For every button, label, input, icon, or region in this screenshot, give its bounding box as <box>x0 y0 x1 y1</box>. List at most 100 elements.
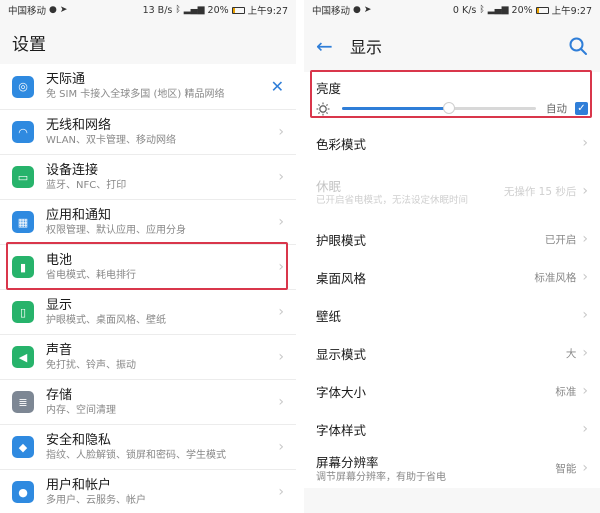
settings-item-title: 安全和隐私 <box>46 432 112 448</box>
apps-icon: ▦ <box>12 211 34 233</box>
battery-percent: 20% <box>207 4 229 16</box>
settings-item-title: 电池 <box>46 252 73 268</box>
device-connect-icon: ▭ <box>12 166 34 188</box>
display-setting-row-2[interactable]: 护眼模式 已开启 › <box>304 220 600 258</box>
shield-icon: ◆ <box>12 436 34 458</box>
settings-item-title: 设备连接 <box>46 162 99 178</box>
bluetooth-icon: ᛒ <box>175 4 181 15</box>
globe-icon: ◎ <box>12 75 34 98</box>
settings-item-subtitle: WLAN、双卡管理、移动网络 <box>46 134 177 146</box>
settings-item-5[interactable]: ▯ 显示 护眼模式、桌面风格、壁纸 › <box>0 289 296 334</box>
carrier-label: 中国移动 <box>312 6 351 17</box>
display-settings-screen: 中国移动 ● ➤ 0 K/s ᛒ ▂▄▆ 20% 上午9:27 ← 显示 亮度 <box>304 0 600 513</box>
search-icon[interactable] <box>568 36 588 56</box>
send-icon: ➤ <box>59 4 68 15</box>
brightness-slider[interactable] <box>342 102 536 114</box>
chevron-right-icon: › <box>582 345 588 361</box>
display-setting-row-8[interactable]: 屏幕分辨率 调节屏幕分辨率，有助于省电 智能 › <box>304 448 600 488</box>
network-speed: 0 K/s <box>452 4 477 16</box>
chevron-right-icon: › <box>278 259 284 275</box>
settings-item-title: 无线和网络 <box>46 117 112 133</box>
display-icon: ▯ <box>12 301 34 323</box>
settings-item-subtitle: 权限管理、默认应用、应用分身 <box>46 224 186 236</box>
display-setting-row-5[interactable]: 显示模式 大 › <box>304 334 600 372</box>
settings-item-title: 显示 <box>46 297 73 313</box>
setting-label: 桌面风格 <box>316 270 367 286</box>
signal-icon: ▂▄▆ <box>487 4 509 15</box>
settings-item-8[interactable]: ◆ 安全和隐私 指纹、人脸解锁、锁屏和密码、学生模式 › <box>0 424 296 469</box>
brightness-label: 亮度 <box>316 81 342 96</box>
chevron-right-icon: › <box>278 214 284 230</box>
chevron-right-icon: › <box>582 383 588 399</box>
page-title: 设置 <box>12 35 46 55</box>
chevron-right-icon: › <box>278 484 284 500</box>
setting-label: 色彩模式 <box>316 136 367 152</box>
settings-item-9[interactable]: ● 用户和帐户 多用户、云服务、帐户 › <box>0 469 296 513</box>
chevron-right-icon: › <box>278 394 284 410</box>
settings-screen: 中国移动 ● ➤ 13 B/s ᛒ ▂▄▆ 20% 上午9:27 设置 ◎ 天际通… <box>0 0 296 513</box>
bluetooth-icon: ᛒ <box>479 4 485 15</box>
wechat-icon: ● <box>49 4 57 15</box>
settings-item-subtitle: 免 SIM 卡接入全球多国 (地区) 精品网络 <box>46 89 225 100</box>
carrier-label: 中国移动 <box>8 6 47 17</box>
display-setting-row-0[interactable]: 色彩模式 › <box>304 124 600 162</box>
settings-item-subtitle: 省电模式、耗电排行 <box>46 269 136 281</box>
settings-item-title: 应用和通知 <box>46 207 112 223</box>
settings-item-subtitle: 多用户、云服务、帐户 <box>46 494 146 506</box>
display-setting-row-6[interactable]: 字体大小 标准 › <box>304 372 600 410</box>
brightness-row: 亮度 自动 ✓ <box>304 72 600 124</box>
back-arrow-icon[interactable]: ← <box>316 34 342 58</box>
chevron-right-icon: › <box>278 439 284 455</box>
panel-divider <box>296 0 304 513</box>
settings-item-4[interactable]: ▮ 电池 省电模式、耗电排行 › <box>0 244 296 289</box>
settings-item-title: 天际通 <box>46 72 86 87</box>
status-bar: 中国移动 ● ➤ 0 K/s ᛒ ▂▄▆ 20% 上午9:27 <box>304 0 600 20</box>
auto-brightness-checkbox[interactable]: ✓ <box>575 102 588 115</box>
settings-item-2[interactable]: ▭ 设备连接 蓝牙、NFC、打印 › <box>0 154 296 199</box>
setting-label: 休眠 <box>316 178 342 194</box>
wifi-icon: ◠ <box>12 121 34 143</box>
close-icon[interactable]: ✕ <box>271 77 284 96</box>
settings-item-title: 用户和帐户 <box>46 477 112 493</box>
display-setting-row-3[interactable]: 桌面风格 标准风格 › <box>304 258 600 296</box>
setting-value: 标准风格 <box>534 271 577 284</box>
display-setting-row-4[interactable]: 壁纸 › <box>304 296 600 334</box>
setting-value: 标准 <box>555 385 577 398</box>
settings-item-6[interactable]: ◀ 声音 免打扰、铃声、振动 › <box>0 334 296 379</box>
storage-icon: ≣ <box>12 391 34 413</box>
auto-brightness-label: 自动 <box>546 103 567 115</box>
settings-item-title: 声音 <box>46 342 73 358</box>
chevron-right-icon: › <box>582 135 588 151</box>
setting-value: 大 <box>565 347 577 360</box>
settings-item-7[interactable]: ≣ 存储 内存、空间清理 › <box>0 379 296 424</box>
settings-item-1[interactable]: ◠ 无线和网络 WLAN、双卡管理、移动网络 › <box>0 109 296 154</box>
brightness-slider-fill <box>342 107 449 110</box>
settings-item-0[interactable]: ◎ 天际通免 SIM 卡接入全球多国 (地区) 精品网络 ✕ <box>0 64 296 109</box>
brightness-slider-handle[interactable] <box>442 102 455 114</box>
setting-label: 护眼模式 <box>316 232 367 248</box>
settings-item-subtitle: 指纹、人脸解锁、锁屏和密码、学生模式 <box>46 449 226 461</box>
chevron-right-icon: › <box>278 304 284 320</box>
chevron-right-icon: › <box>582 269 588 285</box>
setting-label: 字体大小 <box>316 384 367 400</box>
settings-item-subtitle: 内存、空间清理 <box>46 404 116 416</box>
setting-description: 已开启省电模式，无法设定休眠时间 <box>316 194 469 206</box>
page-title: 显示 <box>350 38 383 57</box>
display-settings-list: 色彩模式 › 休眠 已开启省电模式，无法设定休眠时间 无操作 15 秒后 › 护眼模式 已开启… <box>304 124 600 488</box>
settings-list: ◎ 天际通免 SIM 卡接入全球多国 (地区) 精品网络 ✕ ◠ 无线和网络 WLAN、双… <box>0 64 296 513</box>
settings-item-subtitle: 蓝牙、NFC、打印 <box>46 179 127 191</box>
settings-item-3[interactable]: ▦ 应用和通知 权限管理、默认应用、应用分身 › <box>0 199 296 244</box>
brightness-icon <box>316 102 330 115</box>
wechat-icon: ● <box>353 4 361 15</box>
setting-description: 调节屏幕分辨率，有助于省电 <box>316 472 446 483</box>
setting-label: 显示模式 <box>316 346 367 362</box>
chevron-right-icon: › <box>582 307 588 323</box>
settings-item-subtitle: 护眼模式、桌面风格、壁纸 <box>46 314 166 326</box>
display-setting-row-7[interactable]: 字体样式 › <box>304 410 600 448</box>
battery-status-icon <box>535 6 549 14</box>
setting-value: 已开启 <box>544 233 577 246</box>
setting-value: 无操作 15 秒后 <box>503 185 577 198</box>
status-bar: 中国移动 ● ➤ 13 B/s ᛒ ▂▄▆ 20% 上午9:27 <box>0 0 296 20</box>
setting-label: 屏幕分辨率 <box>316 455 379 470</box>
setting-value: 智能 <box>555 462 577 475</box>
